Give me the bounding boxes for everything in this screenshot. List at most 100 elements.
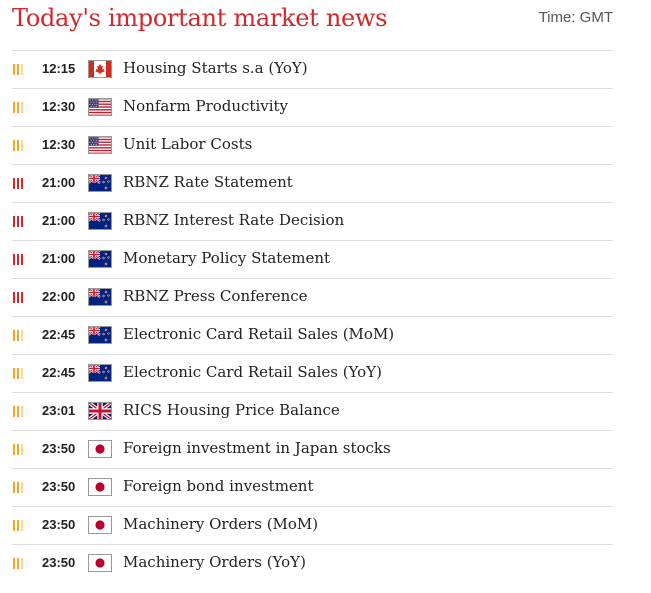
importance-bar [17, 520, 19, 531]
event-time: 23:50 [42, 517, 76, 532]
event-row[interactable]: 21:00 RBNZ Interest Rate Decision [12, 203, 613, 241]
new-zealand-flag-icon [88, 326, 112, 344]
importance-bar [13, 292, 15, 303]
event-name[interactable]: RBNZ Press Conference [123, 287, 308, 305]
importance-bar [17, 330, 19, 341]
event-name[interactable]: RBNZ Rate Statement [123, 173, 293, 191]
importance-bar [17, 140, 19, 151]
event-row[interactable]: 22:00 RBNZ Press Conference [12, 279, 613, 317]
event-name[interactable]: RBNZ Interest Rate Decision [123, 211, 344, 229]
importance-bar [21, 444, 23, 455]
event-row[interactable]: 23:50 Machinery Orders (MoM) [12, 507, 613, 545]
new-zealand-flag-icon [88, 250, 112, 268]
event-time: 12:30 [42, 137, 76, 152]
importance-bar [13, 330, 15, 341]
event-row[interactable]: 23:50 Foreign investment in Japan stocks [12, 431, 613, 469]
event-time: 23:50 [42, 479, 76, 494]
canada-flag-icon [88, 60, 112, 78]
importance-bar [21, 558, 23, 569]
importance-bar [21, 216, 23, 227]
importance-icon [13, 406, 25, 417]
japan-flag-icon [88, 440, 112, 458]
event-name[interactable]: Housing Starts s.a (YoY) [123, 59, 308, 77]
importance-bar [17, 292, 19, 303]
japan-flag-icon [88, 554, 112, 572]
usa-flag-icon [88, 98, 112, 116]
event-row[interactable]: 21:00 Monetary Policy Statement [12, 241, 613, 279]
event-time: 23:50 [42, 555, 76, 570]
importance-icon [13, 292, 25, 303]
new-zealand-flag-icon [88, 212, 112, 230]
importance-bar [17, 406, 19, 417]
importance-icon [13, 482, 25, 493]
importance-bar [13, 558, 15, 569]
importance-bar [21, 178, 23, 189]
event-time: 23:50 [42, 441, 76, 456]
event-row[interactable]: 12:15 Housing Starts s.a (YoY) [12, 51, 613, 89]
new-zealand-flag-icon [88, 364, 112, 382]
new-zealand-flag-icon [88, 288, 112, 306]
new-zealand-flag-icon [88, 174, 112, 192]
usa-flag-icon [88, 136, 112, 154]
event-time: 12:30 [42, 99, 76, 114]
event-time: 22:00 [42, 289, 76, 304]
importance-icon [13, 254, 25, 265]
event-row[interactable]: 23:50 Foreign bond investment [12, 469, 613, 507]
importance-bar [21, 254, 23, 265]
importance-bar [13, 520, 15, 531]
importance-bar [17, 216, 19, 227]
importance-icon [13, 520, 25, 531]
uk-flag-icon [88, 402, 112, 420]
event-time: 22:45 [42, 327, 76, 342]
event-time: 21:00 [42, 213, 76, 228]
importance-bar [17, 444, 19, 455]
importance-icon [13, 102, 25, 113]
importance-bar [21, 292, 23, 303]
event-name[interactable]: Electronic Card Retail Sales (MoM) [123, 325, 394, 343]
importance-icon [13, 368, 25, 379]
event-name[interactable]: Monetary Policy Statement [123, 249, 330, 267]
importance-icon [13, 216, 25, 227]
importance-bar [17, 102, 19, 113]
importance-bar [13, 102, 15, 113]
importance-bar [21, 102, 23, 113]
importance-bar [13, 140, 15, 151]
importance-bar [13, 178, 15, 189]
importance-bar [13, 368, 15, 379]
event-row[interactable]: 12:30 Nonfarm Productivity [12, 89, 613, 127]
importance-bar [21, 140, 23, 151]
event-row[interactable]: 23:50 Machinery Orders (YoY) [12, 545, 613, 582]
event-list: 12:15 Housing Starts s.a (YoY) 12:30 Nonfar… [12, 51, 613, 582]
importance-bar [13, 64, 15, 75]
importance-bar [13, 406, 15, 417]
event-row[interactable]: 12:30 Unit Labor Costs [12, 127, 613, 165]
importance-bar [21, 482, 23, 493]
event-name[interactable]: Machinery Orders (YoY) [123, 553, 306, 571]
timezone-label: Time: GMT [538, 9, 613, 26]
event-name[interactable]: Foreign bond investment [123, 477, 313, 495]
event-name[interactable]: Electronic Card Retail Sales (YoY) [123, 363, 382, 381]
event-name[interactable]: Foreign investment in Japan stocks [123, 439, 391, 457]
importance-icon [13, 558, 25, 569]
importance-bar [17, 482, 19, 493]
event-name[interactable]: RICS Housing Price Balance [123, 401, 340, 419]
event-time: 22:45 [42, 365, 76, 380]
event-time: 23:01 [42, 403, 76, 418]
importance-bar [21, 368, 23, 379]
event-name[interactable]: Machinery Orders (MoM) [123, 515, 318, 533]
event-row[interactable]: 21:00 RBNZ Rate Statement [12, 165, 613, 203]
event-name[interactable]: Unit Labor Costs [123, 135, 252, 153]
market-news-widget: Today's important market news Time: GMT … [12, 0, 613, 582]
importance-bar [21, 520, 23, 531]
japan-flag-icon [88, 516, 112, 534]
japan-flag-icon [88, 478, 112, 496]
event-row[interactable]: 23:01 RICS Housing Price Balance [12, 393, 613, 431]
importance-bar [13, 482, 15, 493]
importance-icon [13, 140, 25, 151]
event-row[interactable]: 22:45 Electronic Card Retail Sales (MoM) [12, 317, 613, 355]
importance-bar [17, 254, 19, 265]
event-row[interactable]: 22:45 Electronic Card Retail Sales (YoY) [12, 355, 613, 393]
event-time: 21:00 [42, 175, 76, 190]
event-name[interactable]: Nonfarm Productivity [123, 97, 288, 115]
event-time: 12:15 [42, 61, 76, 76]
